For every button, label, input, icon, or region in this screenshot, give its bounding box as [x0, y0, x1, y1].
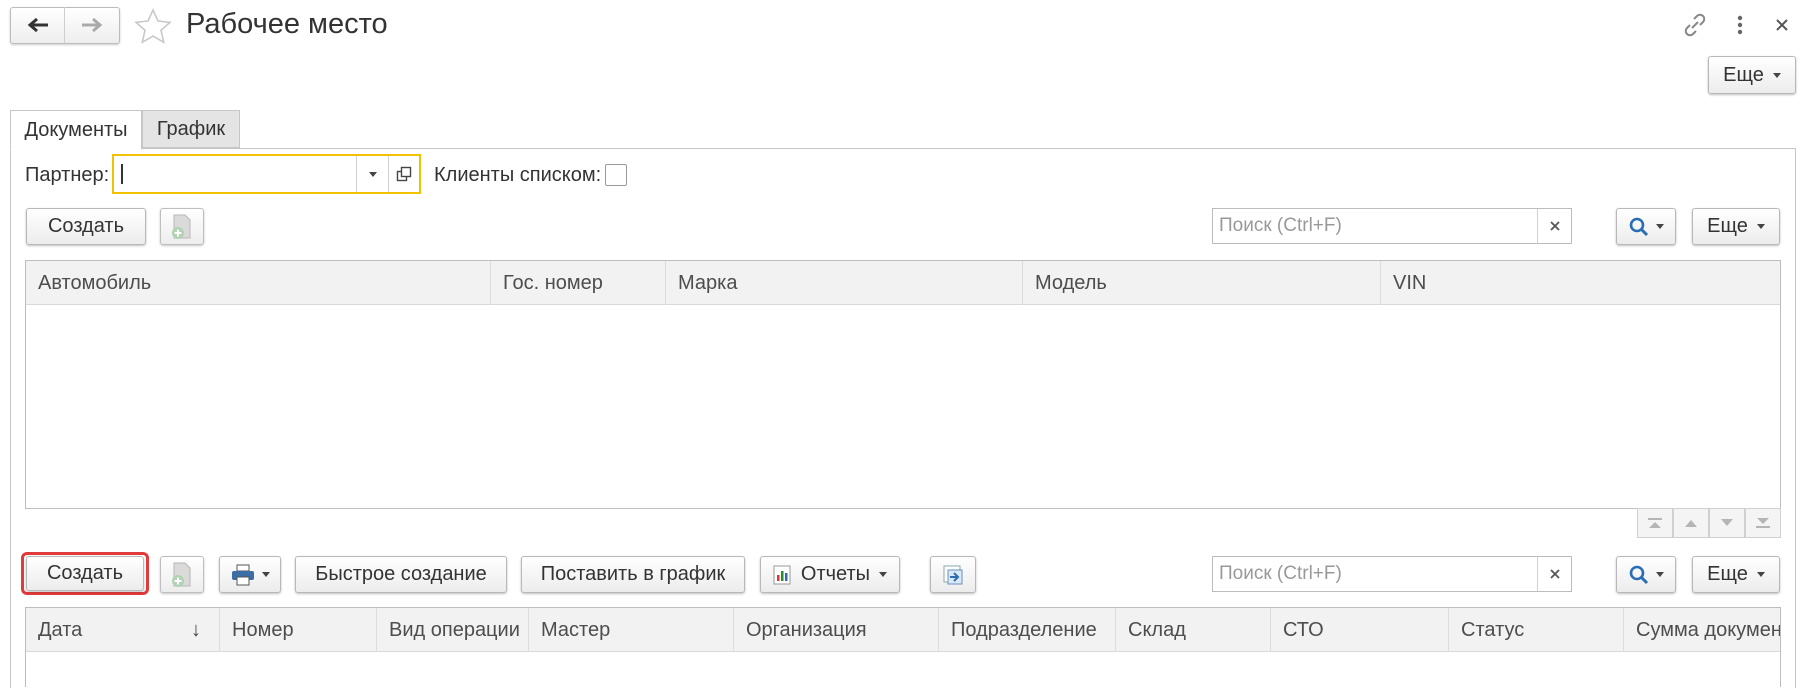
cars-more-button[interactable]: Еще	[1692, 208, 1780, 245]
scroll-down-button[interactable]	[1709, 508, 1745, 538]
arrow-right-icon	[82, 17, 103, 33]
tab-documents-label: Документы	[24, 118, 128, 141]
col-status[interactable]: Статус	[1449, 608, 1624, 652]
col-car[interactable]: Автомобиль	[26, 261, 491, 305]
window-more-label: Еще	[1723, 63, 1764, 86]
partner-field[interactable]	[112, 154, 421, 194]
docs-search-clear[interactable]	[1537, 557, 1571, 591]
col-operation-type[interactable]: Вид операции	[377, 608, 529, 652]
create-doc-label: Создать	[46, 562, 123, 584]
col-model[interactable]: Модель	[1023, 261, 1381, 305]
schedule-button[interactable]: Поставить в график	[521, 556, 745, 593]
col-doc-sum[interactable]: Сумма докумен	[1624, 608, 1780, 652]
export-button[interactable]	[930, 556, 976, 593]
search-icon	[1629, 565, 1648, 584]
add-document-icon	[172, 562, 191, 587]
cars-search-input[interactable]: Поиск (Ctrl+F)	[1212, 208, 1572, 244]
docs-search-input[interactable]: Поиск (Ctrl+F)	[1212, 556, 1572, 592]
chevron-down-icon	[261, 572, 270, 577]
scroll-up-button[interactable]	[1673, 508, 1709, 538]
window-more-button[interactable]: Еще	[1708, 56, 1796, 94]
docs-more-button[interactable]: Еще	[1692, 556, 1780, 593]
col-department[interactable]: Подразделение	[939, 608, 1116, 652]
col-date[interactable]: Дата ↓	[26, 608, 220, 652]
chevron-down-icon	[1655, 224, 1664, 229]
print-button[interactable]	[219, 556, 281, 593]
col-vin[interactable]: VIN	[1381, 261, 1780, 305]
schedule-label: Поставить в график	[540, 563, 726, 585]
reports-button[interactable]: Отчеты	[760, 556, 900, 593]
open-form-icon	[396, 166, 412, 182]
create-car-label: Создать	[47, 215, 124, 237]
cars-search-placeholder: Поиск (Ctrl+F)	[1219, 215, 1342, 236]
create-doc-button[interactable]: Создать	[26, 556, 144, 591]
chevron-down-icon	[879, 572, 888, 577]
quick-create-label: Быстрое создание	[315, 563, 487, 585]
close-icon[interactable]	[1772, 15, 1792, 35]
clients-list-checkbox[interactable]	[605, 164, 627, 186]
tab-documents[interactable]: Документы	[10, 110, 142, 150]
scroll-bottom-icon	[1756, 518, 1770, 528]
col-date-label: Дата	[38, 618, 83, 641]
docs-search-placeholder: Поиск (Ctrl+F)	[1219, 563, 1342, 584]
chevron-down-icon	[1756, 224, 1765, 229]
docs-table[interactable]: Дата ↓ Номер Вид операции Мастер Организ…	[25, 607, 1781, 687]
partner-input[interactable]	[121, 164, 351, 184]
partner-label: Партнер:	[25, 164, 110, 186]
chevron-down-icon	[1772, 72, 1781, 78]
clear-icon	[1549, 569, 1560, 579]
cars-table-header: Автомобиль Гос. номер Марка Модель VIN	[26, 261, 1780, 305]
col-plate[interactable]: Гос. номер	[491, 261, 666, 305]
cars-more-label: Еще	[1707, 215, 1748, 237]
col-number[interactable]: Номер	[220, 608, 377, 652]
sort-desc-icon: ↓	[191, 618, 201, 641]
report-chart-icon	[773, 565, 791, 584]
create-car-button[interactable]: Создать	[26, 208, 146, 245]
back-button[interactable]	[11, 7, 65, 43]
col-warehouse[interactable]: Склад	[1116, 608, 1271, 652]
docs-more-label: Еще	[1707, 563, 1748, 585]
reports-label: Отчеты	[800, 563, 871, 585]
page-title: Рабочее место	[186, 8, 388, 40]
tab-schedule[interactable]: График	[142, 110, 240, 148]
printer-icon	[231, 564, 254, 585]
scroll-up-icon	[1685, 520, 1697, 527]
chevron-down-icon	[1655, 572, 1664, 577]
cars-search-button[interactable]	[1616, 208, 1676, 245]
cars-search-clear[interactable]	[1537, 209, 1571, 243]
arrow-left-icon	[27, 17, 48, 33]
copy-doc-button[interactable]	[160, 556, 204, 593]
partner-dropdown-button[interactable]	[356, 156, 388, 192]
cars-table[interactable]: Автомобиль Гос. номер Марка Модель VIN	[25, 260, 1781, 509]
col-master[interactable]: Мастер	[529, 608, 734, 652]
col-sto[interactable]: СТО	[1271, 608, 1449, 652]
scroll-top-button[interactable]	[1637, 508, 1673, 538]
chevron-down-icon	[368, 171, 377, 177]
docs-search-button[interactable]	[1616, 556, 1676, 593]
more-vert-icon[interactable]	[1733, 12, 1747, 38]
export-icon	[943, 565, 963, 584]
col-brand[interactable]: Марка	[666, 261, 1023, 305]
add-document-icon	[172, 214, 191, 239]
search-icon	[1629, 217, 1648, 236]
copy-car-button[interactable]	[160, 208, 204, 245]
scroll-bottom-button[interactable]	[1745, 508, 1781, 538]
col-organization[interactable]: Организация	[734, 608, 939, 652]
favorite-star-icon[interactable]	[134, 8, 172, 44]
clear-icon	[1549, 221, 1560, 231]
docs-table-header: Дата ↓ Номер Вид операции Мастер Организ…	[26, 608, 1780, 652]
partner-open-button[interactable]	[388, 156, 419, 192]
tab-schedule-label: График	[156, 117, 226, 140]
forward-button[interactable]	[66, 7, 118, 43]
quick-create-button[interactable]: Быстрое создание	[295, 556, 507, 593]
link-icon[interactable]	[1682, 12, 1708, 38]
scroll-top-icon	[1648, 518, 1662, 528]
scroll-down-icon	[1721, 519, 1733, 526]
chevron-down-icon	[1756, 572, 1765, 577]
clients-list-label: Клиенты списком:	[434, 164, 602, 186]
